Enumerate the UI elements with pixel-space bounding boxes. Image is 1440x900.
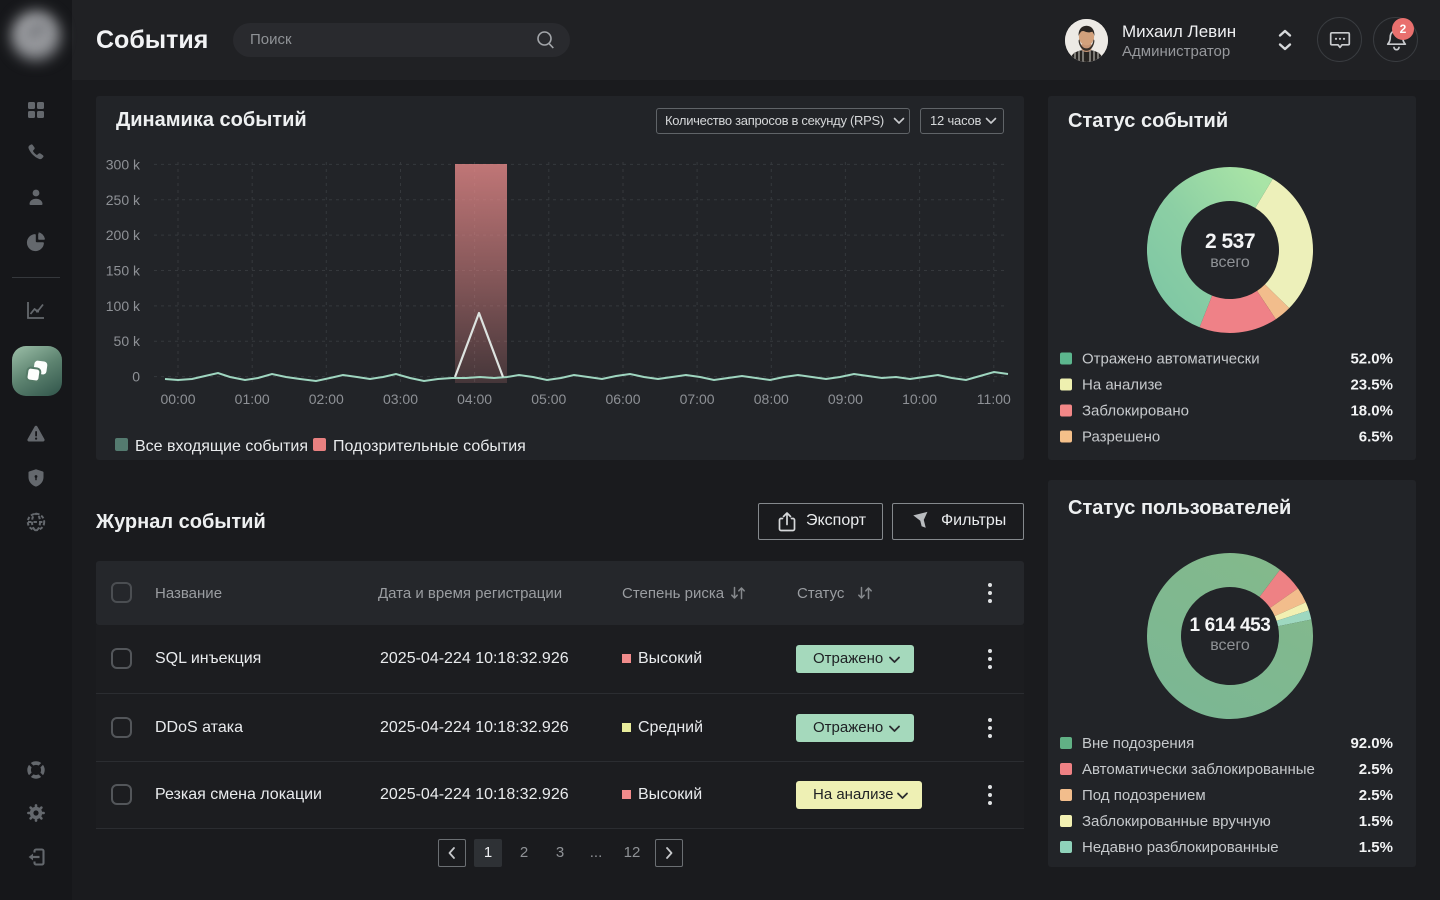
svg-text:Разрешено: Разрешено xyxy=(1082,429,1160,446)
svg-text:03:00: 03:00 xyxy=(383,391,418,407)
svg-text:всего: всего xyxy=(1210,254,1250,271)
svg-text:18.0%: 18.0% xyxy=(1350,403,1393,420)
svg-text:200 k: 200 k xyxy=(106,227,141,243)
svg-text:2.5%: 2.5% xyxy=(1359,761,1393,778)
svg-text:2.5%: 2.5% xyxy=(1359,787,1393,804)
svg-text:6.5%: 6.5% xyxy=(1359,429,1393,446)
svg-text:1 614 453: 1 614 453 xyxy=(1190,615,1271,636)
svg-text:Недавно разблокированные: Недавно разблокированные xyxy=(1082,839,1279,856)
svg-text:Отражено автоматически: Отражено автоматически xyxy=(1082,351,1260,368)
svg-text:2 537: 2 537 xyxy=(1205,230,1255,253)
svg-text:На анализе: На анализе xyxy=(1082,377,1163,394)
svg-text:04:00: 04:00 xyxy=(457,391,492,407)
svg-text:Под подозрением: Под подозрением xyxy=(1082,787,1206,804)
svg-text:08:00: 08:00 xyxy=(754,391,789,407)
svg-text:Заблокированные вручную: Заблокированные вручную xyxy=(1082,813,1271,830)
svg-text:1.5%: 1.5% xyxy=(1359,839,1393,856)
svg-text:всего: всего xyxy=(1210,637,1250,654)
svg-text:150 k: 150 k xyxy=(106,263,141,279)
svg-text:23.5%: 23.5% xyxy=(1350,377,1393,394)
svg-text:Все входящие события: Все входящие события xyxy=(135,438,308,455)
svg-text:01:00: 01:00 xyxy=(235,391,270,407)
svg-text:Автоматически заблокированные: Автоматически заблокированные xyxy=(1082,761,1315,778)
svg-text:10:00: 10:00 xyxy=(902,391,937,407)
svg-text:09:00: 09:00 xyxy=(828,391,863,407)
svg-text:0: 0 xyxy=(132,369,140,385)
svg-text:07:00: 07:00 xyxy=(680,391,715,407)
svg-text:100 k: 100 k xyxy=(106,298,141,314)
svg-text:00:00: 00:00 xyxy=(160,391,195,407)
svg-text:92.0%: 92.0% xyxy=(1350,735,1393,752)
svg-text:250 k: 250 k xyxy=(106,192,141,208)
svg-text:11:00: 11:00 xyxy=(977,391,1011,407)
svg-text:Подозрительные события: Подозрительные события xyxy=(333,438,526,455)
svg-text:Заблокировано: Заблокировано xyxy=(1082,403,1189,420)
svg-text:06:00: 06:00 xyxy=(605,391,640,407)
svg-text:Вне подозрения: Вне подозрения xyxy=(1082,735,1194,752)
svg-text:300 k: 300 k xyxy=(106,156,141,172)
svg-text:1.5%: 1.5% xyxy=(1359,813,1393,830)
svg-text:52.0%: 52.0% xyxy=(1350,351,1393,368)
svg-text:02:00: 02:00 xyxy=(309,391,344,407)
svg-text:05:00: 05:00 xyxy=(531,391,566,407)
svg-text:50 k: 50 k xyxy=(114,333,141,349)
